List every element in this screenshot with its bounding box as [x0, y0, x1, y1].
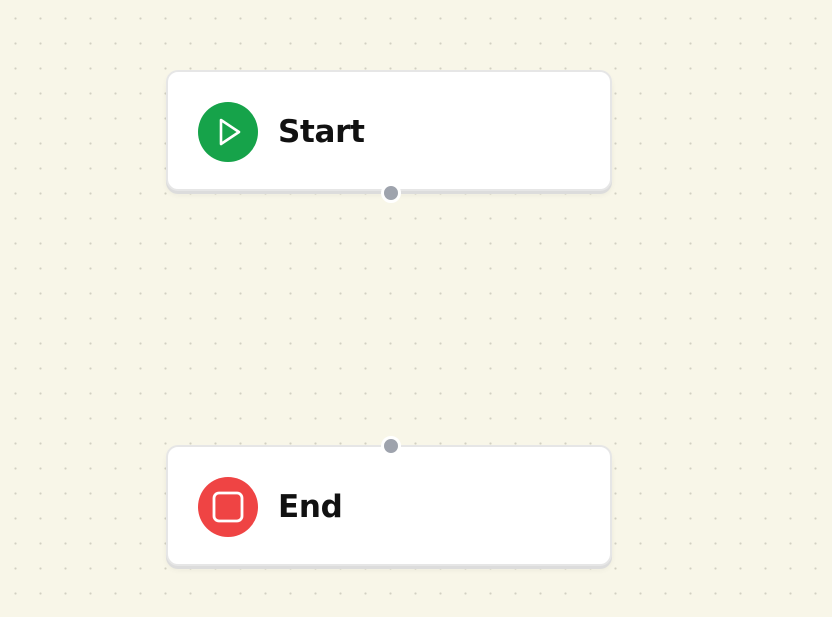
start-node-icon-badge [198, 102, 258, 162]
play-icon [219, 118, 241, 146]
end-node-icon-badge [198, 477, 258, 537]
end-node[interactable]: End [166, 445, 612, 566]
start-node-label: Start [278, 114, 365, 150]
end-node-label: End [278, 489, 343, 525]
end-node-input-handle[interactable] [381, 436, 401, 456]
start-node[interactable]: Start [166, 70, 612, 191]
start-node-output-handle[interactable] [381, 183, 401, 203]
workflow-canvas[interactable]: Start End [0, 0, 832, 617]
stop-icon [212, 491, 244, 523]
